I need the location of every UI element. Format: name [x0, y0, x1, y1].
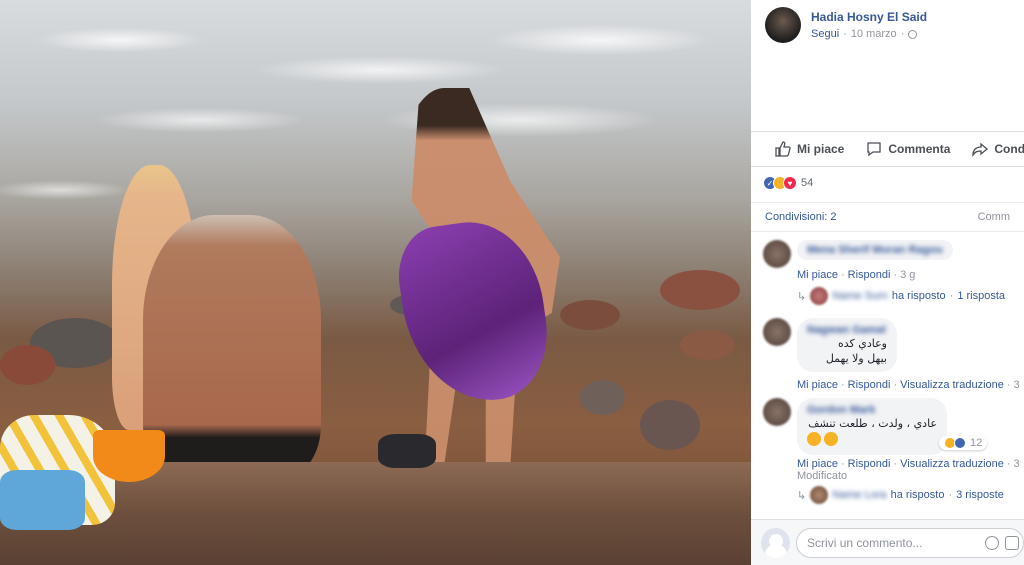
replies-count: 1 risposta: [957, 290, 1006, 302]
post-photo[interactable]: [0, 0, 751, 565]
comment-reactions[interactable]: 12: [939, 436, 988, 450]
replied-text: ha risposto: [891, 290, 946, 302]
share-icon: [972, 142, 989, 157]
like-reaction-icon: [954, 437, 966, 449]
current-user-avatar: [761, 527, 791, 558]
comment-replies[interactable]: ↳ Name Surn ha risposto · 1 risposta: [797, 287, 1005, 305]
comment-placeholder: Scrivi un commento...: [807, 535, 923, 550]
reactions-summary[interactable]: ✓ ♥ 54: [763, 176, 813, 190]
comment-input[interactable]: Scrivi un commento...: [796, 527, 1024, 558]
commenter-avatar[interactable]: [763, 240, 791, 268]
comment-item: Gordon Mark عادي ، ولدت ، طلعت تنشف 12 M…: [763, 398, 1023, 508]
replier-avatar: [810, 486, 829, 504]
action-bar: Mi piace Commenta Condi: [751, 131, 1024, 167]
rock: [680, 330, 735, 360]
commenter-name[interactable]: Gordon Mark: [807, 404, 937, 416]
reply-arrow-icon: ↳: [797, 290, 807, 303]
orange-bowl: [93, 430, 165, 482]
replies-count: 3 risposte: [956, 489, 1004, 501]
comment-actions: Mi piace · Rispondi · 3 g: [797, 269, 916, 281]
man-figure: [143, 215, 321, 477]
comment-like-link[interactable]: Mi piace: [797, 379, 838, 391]
comment-like-link[interactable]: Mi piace: [797, 458, 838, 470]
replied-text: ha risposto: [890, 489, 945, 501]
comment-item: Mena Sherif Moran Ragou Mi piace · Rispond…: [763, 240, 1023, 310]
camera-icon[interactable]: [1005, 535, 1019, 550]
comment-reply-link[interactable]: Rispondi: [848, 458, 891, 470]
share-label: Condi: [994, 142, 1024, 156]
edited-label[interactable]: Modificato: [797, 470, 847, 482]
laughing-emoji-icon: [807, 432, 821, 446]
thumbs-up-icon: [775, 141, 791, 157]
post-stats: Condivisioni: 2 Comm: [751, 202, 1024, 232]
comment-bubble: Gordon Mark عادي ، ولدت ، طلعت تنشف: [797, 398, 947, 455]
post-meta: Segui · 10 marzo ·: [811, 28, 927, 40]
commenter-name[interactable]: Nagwan Gamal: [807, 324, 887, 336]
comment-text: عادي ، ولدت ، طلعت تنشف: [808, 417, 937, 430]
comment-actions: Mi piace · Rispondi · Visualizza traduzione ·…: [797, 458, 1020, 470]
comment-text: وعادي كده: [837, 337, 887, 350]
rock: [580, 380, 625, 415]
replier-name: Name Lora: [832, 489, 887, 501]
comment-text: بيهل ولا يهمل: [825, 352, 887, 365]
commenter-name[interactable]: Mena Sherif Moran Ragou: [807, 244, 943, 256]
sea-waves: [0, 0, 751, 230]
comment-actions: Mi piace · Rispondi · Visualizza traduzione ·…: [797, 379, 1020, 391]
emoji-icon[interactable]: [985, 535, 999, 550]
post-header: Hadia Hosny El Said Segui · 10 marzo ·: [751, 0, 1024, 60]
meta-separator: ·: [900, 28, 905, 40]
love-reaction-icon: ♥: [783, 176, 797, 190]
comment-composer: Scrivi un commento...: [751, 519, 1024, 565]
rock: [660, 270, 740, 310]
comment-time[interactable]: 3: [1014, 458, 1020, 470]
comments-count[interactable]: Comm: [978, 211, 1010, 223]
comment-button[interactable]: Commenta: [866, 141, 950, 157]
comment-bubble: Mena Sherif Moran Ragou: [797, 240, 953, 260]
blue-towel: [0, 470, 85, 530]
commenter-avatar[interactable]: [763, 398, 791, 426]
comment-bubble: Nagwan Gamal وعادي كده بيهل ولا يهمل: [797, 318, 897, 372]
translate-link[interactable]: Visualizza traduzione: [900, 379, 1004, 391]
translate-link[interactable]: Visualizza traduzione: [900, 458, 1004, 470]
commenter-avatar[interactable]: [763, 318, 791, 346]
like-label: Mi piace: [797, 142, 845, 156]
share-button[interactable]: Condi: [972, 141, 1024, 157]
comment-reply-link[interactable]: Rispondi: [848, 269, 891, 281]
post-viewer: Hadia Hosny El Said Segui · 10 marzo · M…: [0, 0, 1024, 565]
rock: [560, 300, 620, 330]
post-date[interactable]: 10 marzo: [851, 28, 897, 40]
rock: [640, 400, 700, 450]
replier-avatar: [810, 287, 829, 305]
comment-reaction-count: 12: [970, 437, 983, 449]
comment-like-link[interactable]: Mi piace: [797, 269, 838, 281]
reply-arrow-icon: ↳: [797, 489, 807, 502]
laughing-emoji-icon: [824, 432, 839, 446]
comment-reply-link[interactable]: Rispondi: [848, 379, 891, 391]
post-sidebar: Hadia Hosny El Said Segui · 10 marzo · M…: [751, 0, 1024, 565]
comment-time[interactable]: 3: [1014, 379, 1020, 391]
black-bag: [378, 434, 436, 468]
shares-count[interactable]: Condivisioni: 2: [765, 211, 837, 223]
reaction-count: 54: [801, 177, 814, 189]
comment-time[interactable]: 3 g: [900, 269, 915, 281]
replier-name: Name Surn: [832, 290, 888, 302]
comment-icon: [867, 142, 882, 157]
globe-icon[interactable]: [908, 29, 918, 39]
rock: [0, 345, 55, 385]
comment-label: Commenta: [888, 142, 951, 156]
laugh-emojis: [807, 432, 937, 449]
author-name[interactable]: Hadia Hosny El Said: [811, 10, 927, 24]
author-avatar[interactable]: [765, 7, 801, 43]
follow-link[interactable]: Segui: [811, 28, 839, 40]
comment-replies[interactable]: ↳ Name Lora ha risposto · 3 risposte: [797, 486, 1004, 504]
like-button[interactable]: Mi piace: [775, 141, 844, 157]
meta-separator: ·: [843, 28, 847, 40]
comment-item: Nagwan Gamal وعادي كده بيهل ولا يهمل Mi …: [763, 318, 1023, 398]
